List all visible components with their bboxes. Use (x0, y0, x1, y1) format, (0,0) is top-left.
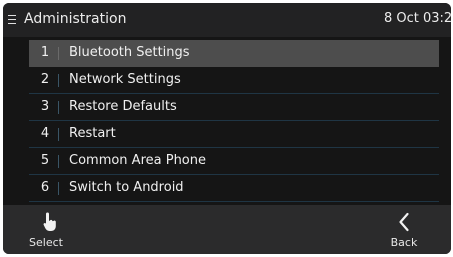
softkey-bar: Select Back (3, 205, 451, 254)
menu-item-number: 1 (40, 45, 50, 60)
menu-item-number: 5 (40, 153, 50, 168)
header-bar: Administration 8 Oct 03:2 (3, 3, 451, 37)
menu-item-number: 2 (40, 72, 50, 87)
select-label: Select (29, 236, 63, 249)
hamburger-icon[interactable] (8, 15, 16, 24)
menu-item-label: Common Area Phone (69, 153, 207, 168)
menu-item-label: Bluetooth Settings (69, 45, 190, 60)
back-label: Back (390, 236, 418, 249)
divider (58, 128, 59, 141)
menu-item-common-area-phone[interactable]: 5 Common Area Phone (29, 148, 439, 175)
menu-item-network-settings[interactable]: 2 Network Settings (29, 67, 439, 94)
select-softkey[interactable]: Select (21, 205, 101, 254)
tap-hand-icon (43, 212, 56, 231)
menu-item-number: 4 (40, 126, 50, 141)
chevron-left-icon (399, 212, 409, 232)
menu-item-number: 3 (40, 99, 50, 114)
divider (58, 47, 59, 60)
menu-item-label: Restart (69, 126, 116, 141)
page-title: Administration (24, 11, 127, 27)
divider (58, 182, 59, 195)
menu-item-bluetooth-settings[interactable]: 1 Bluetooth Settings (29, 40, 439, 67)
menu-item-number: 6 (40, 180, 50, 195)
divider (58, 101, 59, 114)
divider (58, 155, 59, 168)
menu-item-restore-defaults[interactable]: 3 Restore Defaults (29, 94, 439, 121)
menu-item-restart[interactable]: 4 Restart (29, 121, 439, 148)
menu-item-label: Restore Defaults (69, 99, 177, 114)
date-time: 8 Oct 03:2 (384, 11, 451, 26)
menu-item-label: Switch to Android (69, 180, 184, 195)
phone-screen: Administration 8 Oct 03:2 1 Bluetooth Se… (3, 3, 451, 254)
back-softkey[interactable]: Back (364, 205, 444, 254)
menu-item-label: Network Settings (69, 72, 181, 87)
divider (58, 74, 59, 87)
menu-item-switch-to-android[interactable]: 6 Switch to Android (29, 175, 439, 202)
admin-menu-list: 1 Bluetooth Settings 2 Network Settings … (29, 40, 439, 202)
